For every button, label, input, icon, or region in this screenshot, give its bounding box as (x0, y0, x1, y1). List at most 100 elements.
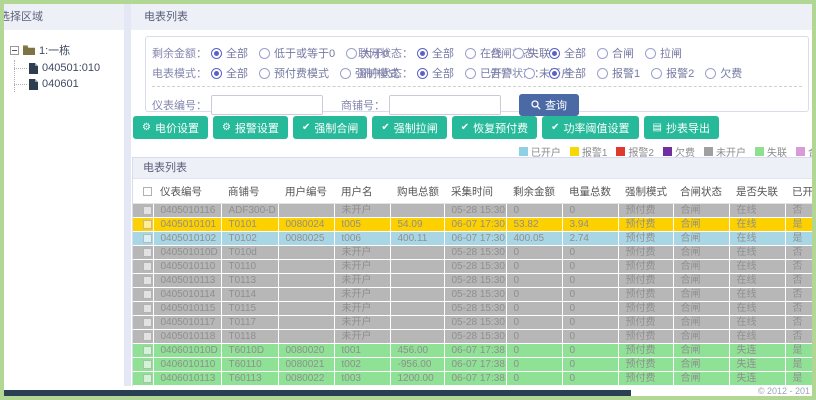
meter-export-button[interactable]: ▤ 抄表导出 (643, 116, 719, 139)
table-cell: T0118 (221, 329, 279, 344)
radio-option[interactable]: 拉闸 (645, 45, 682, 61)
table-row[interactable]: 0406010113 T60113 0080022 t003 1200.00 06-07 … (133, 371, 812, 386)
meter-no-input[interactable] (211, 95, 323, 115)
power-threshold-button[interactable]: ✔ 功率阈值设置 (542, 116, 639, 139)
column-header: 是否失联 (729, 179, 785, 204)
row-checkbox[interactable] (143, 276, 152, 285)
radio-icon (346, 47, 358, 59)
tree-item[interactable]: 040501:010 (14, 60, 124, 76)
row-checkbox[interactable] (143, 290, 152, 299)
row-checkbox-cell (133, 259, 154, 274)
radio-option[interactable]: 全部 (211, 45, 248, 61)
toolbar-button-label: 电价设置 (154, 122, 199, 135)
radio-icon (549, 67, 560, 79)
tree-collapse-icon[interactable] (10, 45, 19, 55)
row-checkbox[interactable] (143, 332, 152, 341)
row-checkbox[interactable] (143, 234, 152, 243)
radio-option[interactable]: 全部 (417, 45, 454, 61)
table-cell: T0114 (221, 287, 279, 302)
table-row[interactable]: 0405010110T0110未开户05-28 15:30:0000预付费合闸在… (133, 259, 812, 274)
doc-icon: ▤ (652, 121, 662, 133)
row-checkbox[interactable] (143, 304, 152, 313)
tree-root-item[interactable]: 1:一栋 (10, 42, 124, 58)
table-cell: 0 (506, 287, 563, 302)
radio-option[interactable]: 全部 (549, 45, 586, 61)
row-checkbox-cell (133, 273, 154, 288)
table-cell: 05-28 15:30:00 (444, 273, 507, 288)
table-row[interactable]: 0405010101 T0101 0080024 t005 54.09 06-07 17:… (133, 217, 812, 232)
toolbar-button-label: 强制拉闸 (393, 122, 438, 135)
radio-option[interactable]: 欠费 (705, 65, 742, 81)
table-row[interactable]: 0405010114T0114未开户05-28 15:30:0000预付费合闸在… (133, 287, 812, 302)
radio-option[interactable]: 合闸 (597, 45, 634, 61)
select-all-checkbox[interactable] (143, 186, 152, 196)
force-close-button[interactable]: ✔ 强制合闸 (292, 116, 368, 139)
filter-row: 剩余金额：全部低于或等于0大于0联网状态：全部在线失联合闸状态：全部合闸拉闸 (152, 43, 802, 63)
radio-option[interactable]: 低于或等于0 (259, 45, 335, 61)
table-cell: 05-28 15:30:00 (444, 203, 507, 218)
table-cell: 未开户 (334, 203, 391, 218)
shop-no-input[interactable] (389, 95, 501, 115)
table-cell: 0405010115 (153, 301, 222, 316)
table-cell (278, 259, 335, 274)
table-cell: 06-07 17:30:00 (444, 231, 507, 246)
row-checkbox[interactable] (143, 262, 152, 271)
table-cell: 未开户 (334, 315, 391, 330)
table-row[interactable]: 0405010115T0115未开户05-28 15:30:0000预付费合闸在… (133, 301, 812, 316)
filter-group: 开户状态：全部已开户未开户 (358, 65, 572, 81)
row-checkbox[interactable] (143, 318, 152, 327)
table-cell: 0405010116 (153, 203, 222, 218)
radio-icon (645, 47, 656, 59)
restore-prepaid-button[interactable]: ✔ 恢复预付费 (451, 116, 538, 139)
table-cell: 2.74 (562, 231, 619, 246)
table-cell: 040601010D (153, 343, 222, 358)
legend-color-chip (569, 147, 579, 156)
table-row[interactable]: 0405010113T0113未开户05-28 15:30:0000预付费合闸在… (133, 273, 812, 288)
row-checkbox[interactable] (143, 248, 152, 257)
table-row[interactable]: 0405010116ADF300-D 3未开户05-28 15:30:0000预… (133, 203, 812, 218)
table-row[interactable]: 0405010117T0117未开户05-28 15:30:0000预付费合闸在… (133, 315, 812, 330)
table-row[interactable]: 040501010DT010d未开户05-28 15:30:0000预付费合闸在… (133, 245, 812, 260)
tree-item[interactable]: 040601 (14, 76, 124, 92)
alarm-settings-button[interactable]: ⚙ 报警设置 (212, 116, 288, 139)
query-button[interactable]: 查询 (519, 94, 579, 116)
column-header: 仪表编号 (153, 179, 221, 204)
radio-option[interactable]: 报警2 (651, 65, 694, 81)
table-cell: 预付费 (618, 273, 674, 288)
row-checkbox[interactable] (143, 360, 152, 369)
table-cell: 0406010113 (153, 371, 222, 386)
check-icon: ✔ (460, 121, 470, 133)
row-checkbox[interactable] (143, 346, 152, 355)
radio-label: 欠费 (720, 68, 743, 80)
radio-option[interactable]: 全部 (549, 65, 586, 81)
radio-option[interactable]: 预付费模式 (259, 65, 329, 81)
file-icon (29, 78, 38, 90)
radio-icon (524, 67, 535, 79)
table-cell: 合闸 (673, 231, 730, 246)
row-checkbox[interactable] (143, 220, 152, 229)
row-checkbox[interactable] (143, 374, 152, 383)
radio-option[interactable]: 全部 (211, 65, 248, 81)
table-cell: 05-28 15:30:00 (444, 245, 507, 260)
table-row[interactable]: 0405010102 T0102 0080025 t006 400.11 06-07 17… (133, 231, 812, 246)
table-cell: 预付费 (618, 217, 674, 232)
price-settings-button[interactable]: ⚙ 电价设置 (133, 116, 208, 139)
table-row[interactable]: 0406010110 T60110 0080021 t002 -956.00 06-07 … (133, 357, 812, 372)
table-cell: 0 (506, 203, 563, 218)
filter-divider (152, 86, 802, 87)
table-cell: 合闸 (673, 329, 730, 344)
table-cell: 否 (785, 329, 812, 344)
gear-icon: ⚙ (221, 121, 231, 133)
table-cell: 在线 (729, 287, 786, 302)
row-checkbox[interactable] (143, 206, 152, 215)
table-cell: 0 (562, 343, 619, 358)
row-checkbox-cell (133, 301, 154, 316)
force-open-button[interactable]: ✔ 强制拉闸 (372, 116, 447, 139)
table-row[interactable]: 0405010118T0118未开户05-28 15:30:0000预付费合闸在… (133, 329, 812, 344)
table-cell: 0405010110 (153, 259, 222, 274)
tree-root-label: 1:一栋 (39, 45, 71, 57)
radio-option[interactable]: 报警1 (597, 65, 640, 81)
radio-option[interactable]: 全部 (417, 65, 454, 81)
table-row[interactable]: 040601010D T6010D 0080020 t001 456.00 06-07 1… (133, 343, 812, 358)
query-button-label: 查询 (545, 100, 567, 112)
